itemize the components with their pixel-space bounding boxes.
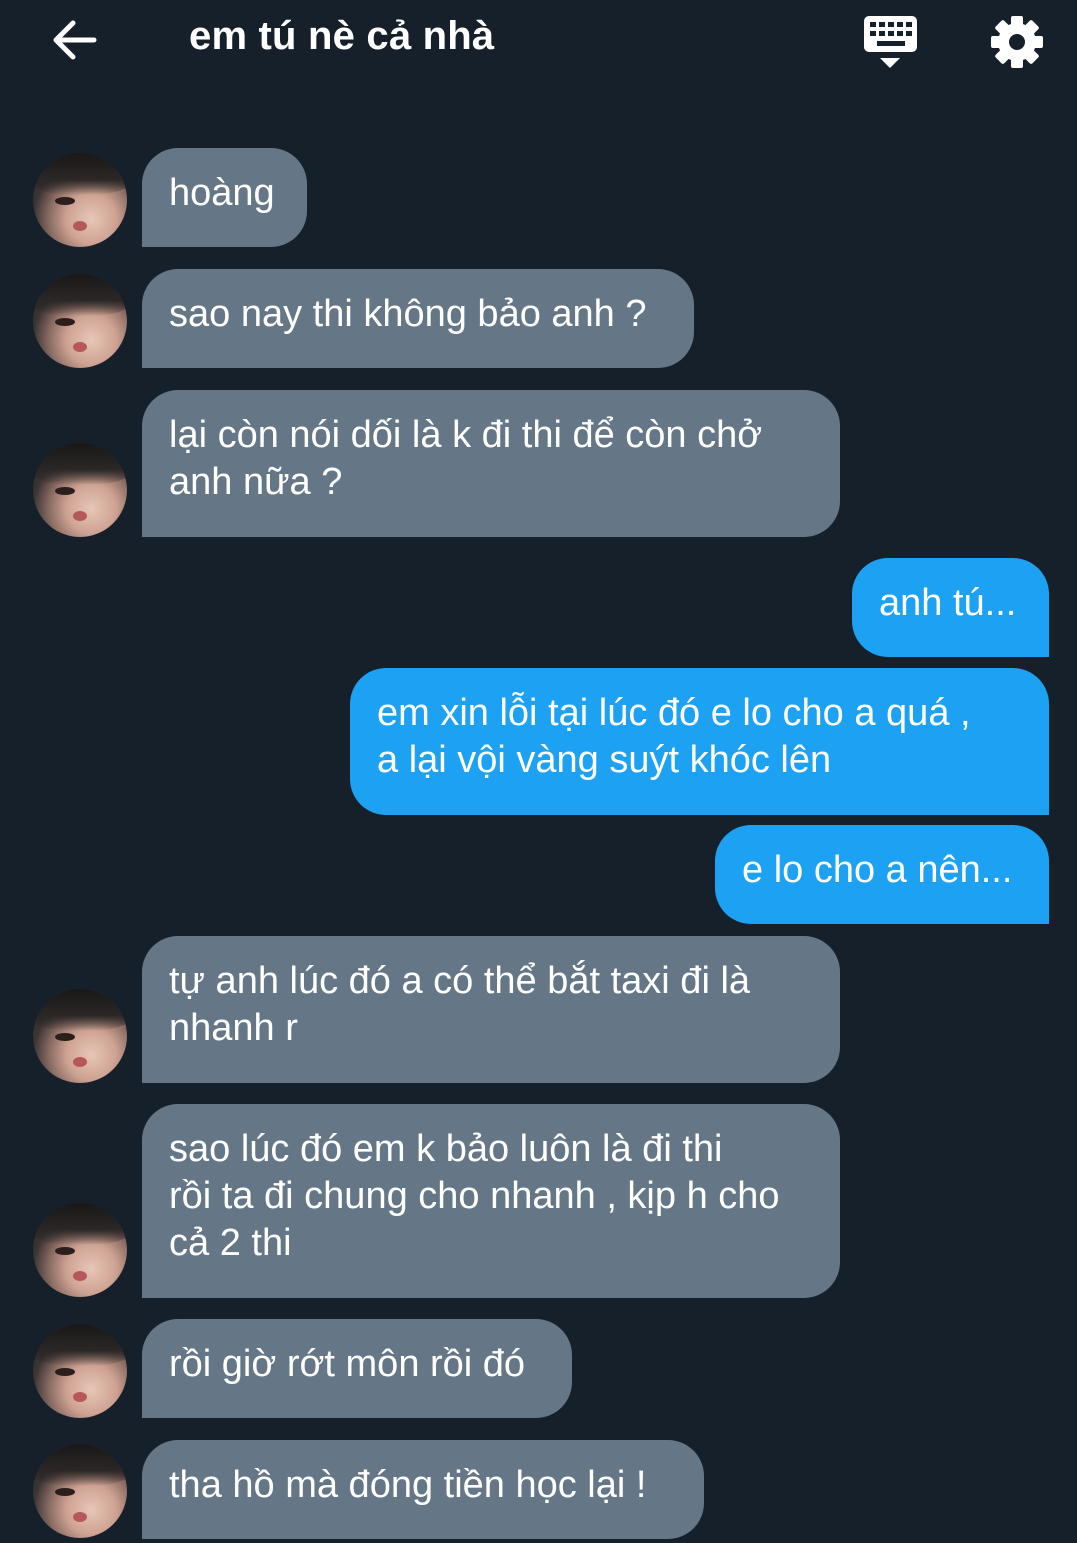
gear-icon xyxy=(991,16,1043,68)
message-line: sao lúc đó em k bảo luôn là đi thi xyxy=(169,1128,723,1170)
keyboard-icon xyxy=(864,16,917,68)
arrow-left-icon xyxy=(53,20,97,60)
message-line: lại còn nói dối là k đi thi để còn chở xyxy=(169,414,763,456)
incoming-message-bubble[interactable]: lại còn nói dối là k đi thi để còn chở a… xyxy=(142,390,840,537)
conversation-title: em tú nè cả nhà xyxy=(189,14,495,58)
settings-button[interactable] xyxy=(986,12,1048,72)
avatar[interactable] xyxy=(33,1444,127,1538)
message-line: a lại vội vàng suýt khóc lên xyxy=(377,739,832,781)
avatar[interactable] xyxy=(33,989,127,1083)
message-line: em xin lỗi tại lúc đó e lo cho a quá , xyxy=(377,692,971,734)
top-bar: em tú nè cả nhà xyxy=(0,0,1077,82)
message-line: tha hồ mà đóng tiền học lại ! xyxy=(169,1464,647,1506)
message-line: sao nay thi không bảo anh ? xyxy=(169,293,647,335)
avatar[interactable] xyxy=(33,153,127,247)
incoming-message-bubble[interactable]: sao lúc đó em k bảo luôn là đi thi rồi t… xyxy=(142,1104,840,1298)
message-line: rồi giờ rớt môn rồi đó xyxy=(169,1343,526,1385)
incoming-message-bubble[interactable]: rồi giờ rớt môn rồi đó xyxy=(142,1319,572,1418)
message-line: cả 2 thi xyxy=(169,1222,292,1264)
avatar[interactable] xyxy=(33,1324,127,1418)
message-line: anh nữa ? xyxy=(169,461,343,503)
message-line: rồi ta đi chung cho nhanh , kịp h cho xyxy=(169,1175,780,1217)
message-line: tự anh lúc đó a có thể bắt taxi đi là xyxy=(169,960,751,1002)
avatar[interactable] xyxy=(33,1203,127,1297)
message-line: anh tú... xyxy=(879,582,1017,624)
avatar[interactable] xyxy=(33,443,127,537)
incoming-message-bubble[interactable]: tự anh lúc đó a có thể bắt taxi đi là nh… xyxy=(142,936,840,1083)
keyboard-button[interactable] xyxy=(858,12,922,74)
avatar[interactable] xyxy=(33,274,127,368)
back-button[interactable] xyxy=(44,12,104,68)
message-line: e lo cho a nên... xyxy=(742,849,1013,891)
outgoing-message-bubble[interactable]: em xin lỗi tại lúc đó e lo cho a quá , a… xyxy=(350,668,1049,815)
message-line: hoàng xyxy=(169,172,275,214)
incoming-message-bubble[interactable]: hoàng xyxy=(142,148,307,247)
outgoing-message-bubble[interactable]: e lo cho a nên... xyxy=(715,825,1049,924)
incoming-message-bubble[interactable]: sao nay thi không bảo anh ? xyxy=(142,269,694,368)
message-line: nhanh r xyxy=(169,1007,298,1049)
outgoing-message-bubble[interactable]: anh tú... xyxy=(852,558,1049,657)
incoming-message-bubble[interactable]: tha hồ mà đóng tiền học lại ! xyxy=(142,1440,704,1539)
